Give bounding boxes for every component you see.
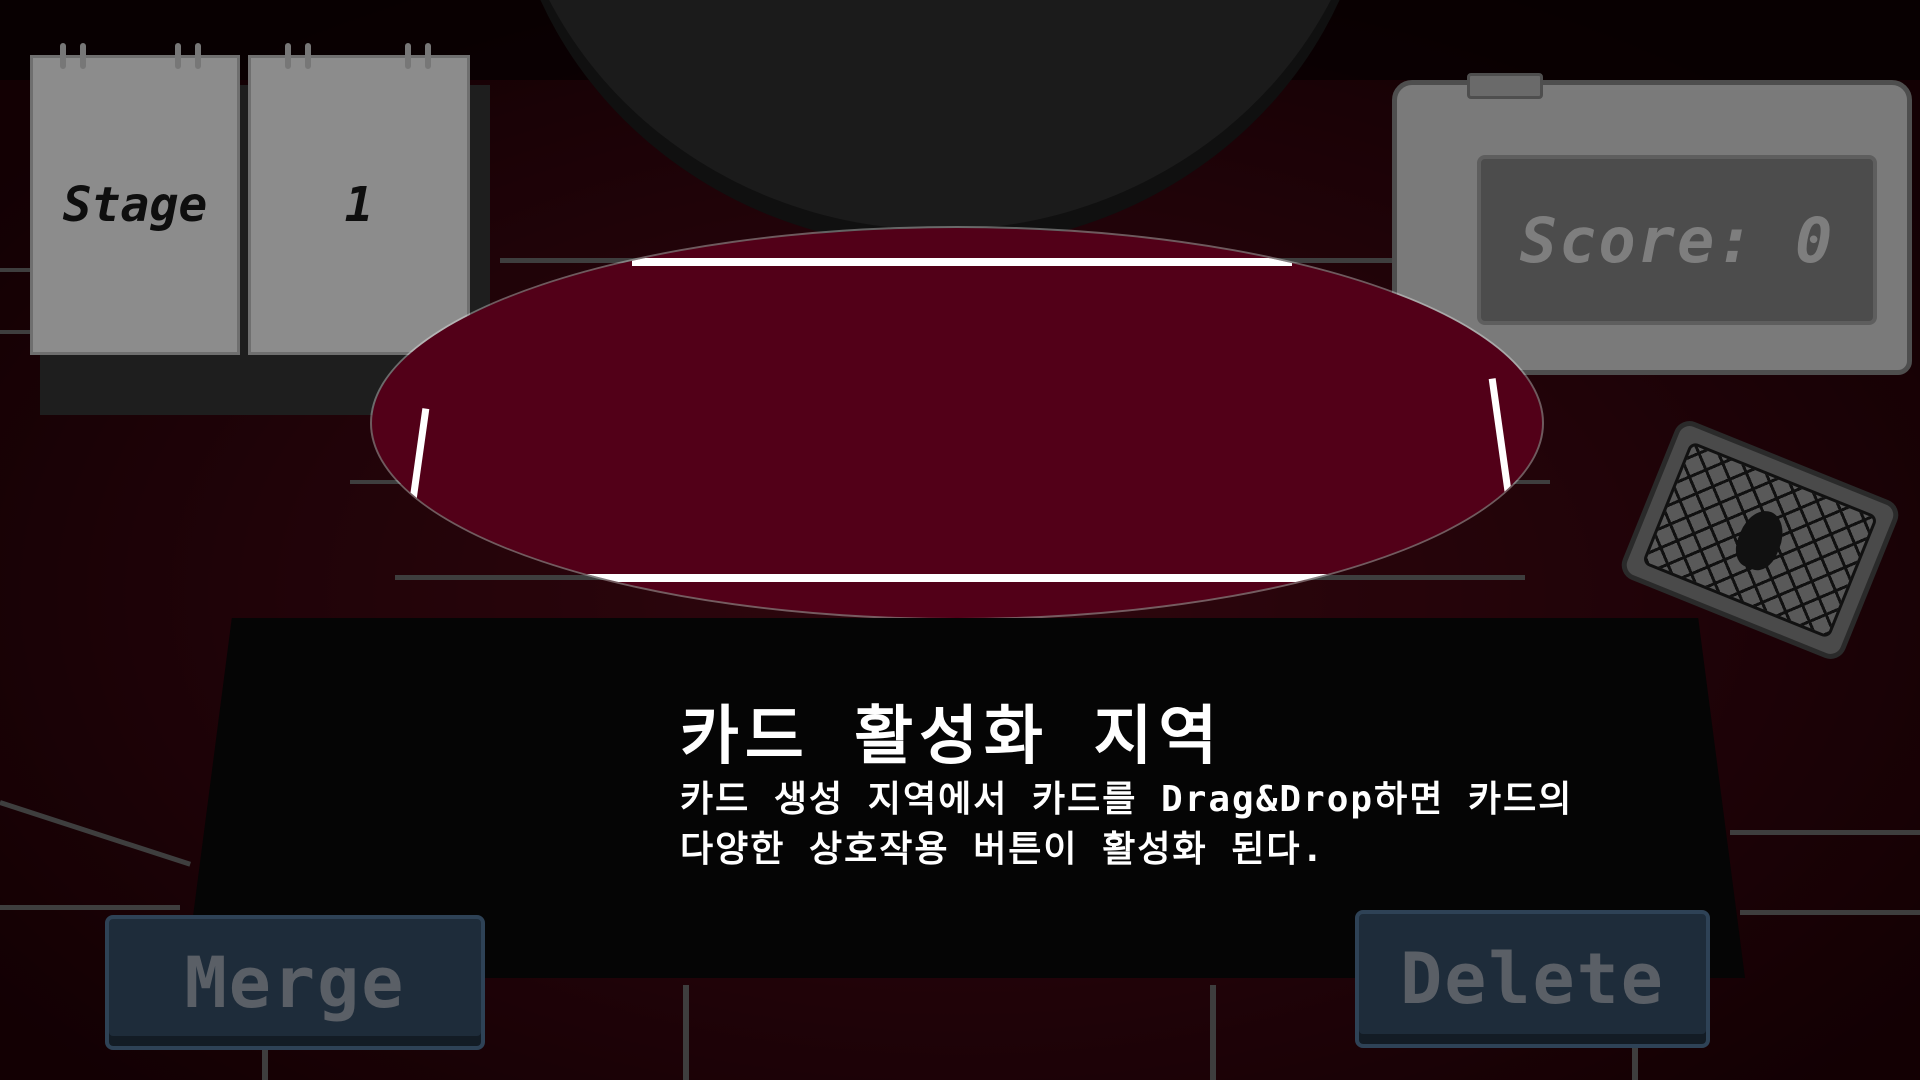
zone-border-right (1488, 378, 1513, 498)
ring-icon (60, 43, 66, 69)
merge-button-label: Merge (184, 941, 406, 1024)
tooltip-description: 카드 생성 지역에서 카드를 Drag&Drop하면 카드의 다양한 상호작용 … (680, 775, 1660, 875)
merge-button[interactable]: Merge (105, 915, 485, 1050)
stage-value: 1 (344, 177, 374, 233)
stage-label: Stage (62, 177, 208, 233)
tooltip-line: 다양한 상호작용 버튼이 활성화 된다. (680, 829, 1326, 870)
tooltip-line: 카드 생성 지역에서 카드를 Drag&Drop하면 카드의 (680, 779, 1574, 820)
score-tab (1467, 73, 1543, 99)
tooltip-title: 카드 활성화 지역 (680, 700, 1224, 774)
card-deck-icon (1729, 504, 1791, 576)
delete-button-label: Delete (1400, 938, 1665, 1020)
ring-icon (405, 43, 411, 69)
ring-icon (80, 43, 86, 69)
ring-icon (305, 43, 311, 69)
score-display: Score: 0 (1477, 155, 1877, 325)
card-activation-zone[interactable] (372, 228, 1542, 618)
zone-border-top (632, 258, 1292, 266)
ring-icon (425, 43, 431, 69)
delete-button[interactable]: Delete (1355, 910, 1710, 1048)
stage-calendar: Stage 1 (30, 43, 490, 415)
ring-icon (195, 43, 201, 69)
game-scene: Stage 1 Score: 0 카드 활성화 지역 카드 생성 지역에서 카드… (0, 0, 1920, 1080)
zone-border-bottom (522, 574, 1402, 582)
stage-value-page: 1 (248, 55, 470, 355)
ring-icon (285, 43, 291, 69)
score-text: Score: 0 (1519, 203, 1835, 277)
ring-icon (175, 43, 181, 69)
stage-label-page: Stage (30, 55, 240, 355)
